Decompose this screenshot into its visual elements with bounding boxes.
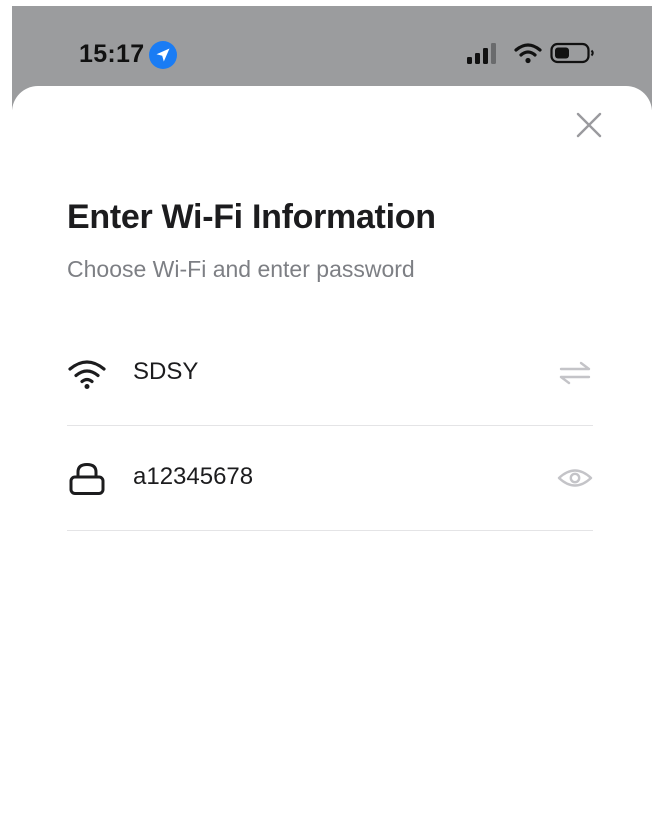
page-subtitle: Choose Wi-Fi and enter password bbox=[67, 256, 415, 282]
location-arrow-icon bbox=[149, 41, 177, 69]
password-field[interactable]: a12345678 bbox=[67, 427, 593, 531]
switch-network-icon[interactable] bbox=[557, 360, 593, 386]
cellular-signal-icon bbox=[467, 43, 496, 64]
wifi-ssid: SDSY bbox=[133, 358, 199, 385]
wifi-icon bbox=[68, 360, 106, 389]
status-bar: 15:17 bbox=[12, 6, 652, 86]
battery-icon bbox=[550, 42, 594, 64]
wifi-setup-screen: 15:17 Enter Wi-Fi Information Choose Wi-… bbox=[0, 0, 652, 818]
status-time: 15:17 bbox=[79, 40, 145, 68]
wifi-icon bbox=[514, 43, 542, 64]
lock-icon bbox=[69, 463, 105, 495]
wifi-network-selector[interactable]: SDSY bbox=[67, 322, 593, 426]
eye-icon[interactable] bbox=[557, 465, 593, 491]
close-icon[interactable] bbox=[574, 110, 604, 140]
page-title: Enter Wi-Fi Information bbox=[67, 198, 436, 236]
password-value: a12345678 bbox=[133, 463, 254, 490]
